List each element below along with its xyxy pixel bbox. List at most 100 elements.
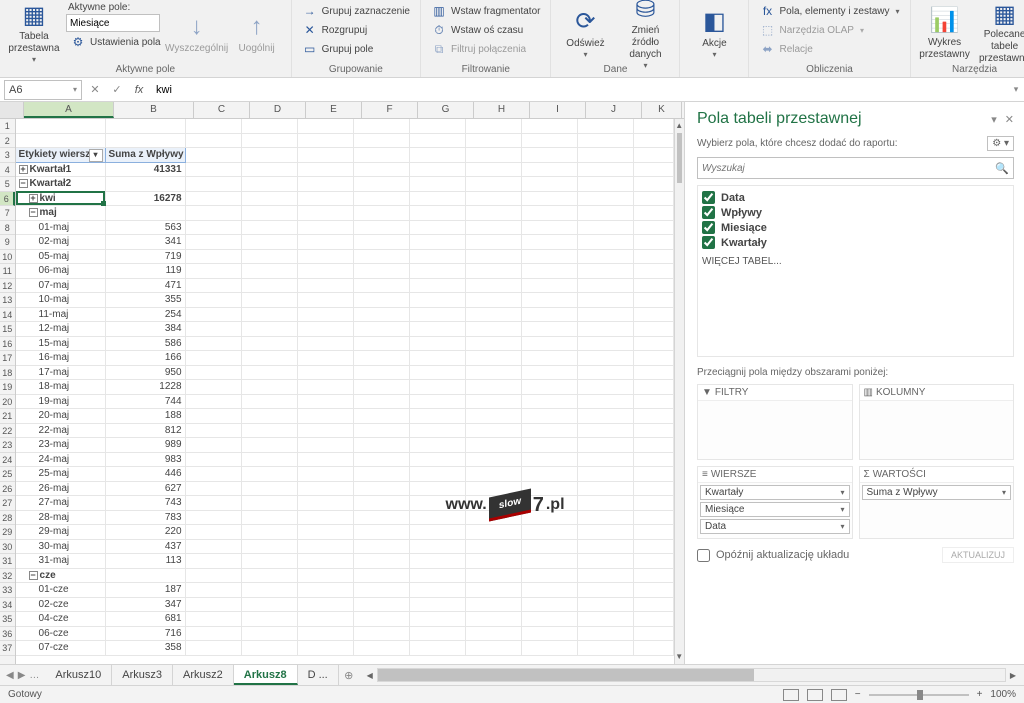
row-header-37[interactable]: 37 xyxy=(0,641,15,656)
cell-F26[interactable] xyxy=(354,482,410,497)
cell-D16[interactable] xyxy=(242,337,298,352)
sheet-tab-Arkusz3[interactable]: Arkusz3 xyxy=(112,665,173,685)
cell-F15[interactable] xyxy=(354,322,410,337)
name-box[interactable]: A6▾ xyxy=(4,80,82,100)
cell-C10[interactable] xyxy=(186,250,242,265)
row-header-14[interactable]: 14 xyxy=(0,308,15,323)
cell-D37[interactable] xyxy=(242,641,298,656)
cell-G19[interactable] xyxy=(410,380,466,395)
cell-F32[interactable] xyxy=(354,569,410,584)
cell-D21[interactable] xyxy=(242,409,298,424)
cell-A15[interactable]: 12-maj xyxy=(16,322,106,337)
cell-K8[interactable] xyxy=(634,221,674,236)
cell-G3[interactable] xyxy=(410,148,466,163)
row-header-19[interactable]: 19 xyxy=(0,380,15,395)
cell-G34[interactable] xyxy=(410,598,466,613)
cell-J5[interactable] xyxy=(578,177,634,192)
cell-J6[interactable] xyxy=(578,192,634,207)
cell-H35[interactable] xyxy=(466,612,522,627)
fields-items-button[interactable]: fxPola, elementy i zestawy xyxy=(755,2,903,20)
row-header-6[interactable]: 6 xyxy=(0,192,15,207)
cell-I15[interactable] xyxy=(522,322,578,337)
cell-J24[interactable] xyxy=(578,453,634,468)
cell-D25[interactable] xyxy=(242,467,298,482)
cell-F18[interactable] xyxy=(354,366,410,381)
rows-pill-data[interactable]: Data xyxy=(700,519,850,534)
sheet-tab-D ...[interactable]: D ... xyxy=(298,665,339,685)
cell-F5[interactable] xyxy=(354,177,410,192)
zoom-out-button[interactable]: − xyxy=(855,689,861,700)
insert-slicer-button[interactable]: ▥Wstaw fragmentator xyxy=(427,2,544,20)
cell-I19[interactable] xyxy=(522,380,578,395)
row-header-29[interactable]: 29 xyxy=(0,525,15,540)
cell-E35[interactable] xyxy=(298,612,354,627)
rows-pill-miesiące[interactable]: Miesiące xyxy=(700,502,850,517)
cell-H25[interactable] xyxy=(466,467,522,482)
cell-H20[interactable] xyxy=(466,395,522,410)
cell-F10[interactable] xyxy=(354,250,410,265)
cell-I18[interactable] xyxy=(522,366,578,381)
change-source-button[interactable]: ⛁Zmień źródło danych▾ xyxy=(617,2,673,64)
cell-I16[interactable] xyxy=(522,337,578,352)
cell-F20[interactable] xyxy=(354,395,410,410)
cell-H37[interactable] xyxy=(466,641,522,656)
cell-H36[interactable] xyxy=(466,627,522,642)
cell-F37[interactable] xyxy=(354,641,410,656)
cell-K14[interactable] xyxy=(634,308,674,323)
cell-F7[interactable] xyxy=(354,206,410,221)
cell-G10[interactable] xyxy=(410,250,466,265)
row-header-7[interactable]: 7 xyxy=(0,206,15,221)
cell-J29[interactable] xyxy=(578,525,634,540)
group-field-button[interactable]: ▭Grupuj pole xyxy=(298,40,414,58)
cell-H31[interactable] xyxy=(466,554,522,569)
cell-K7[interactable] xyxy=(634,206,674,221)
col-header-C[interactable]: C xyxy=(194,102,250,118)
cell-H13[interactable] xyxy=(466,293,522,308)
cell-F34[interactable] xyxy=(354,598,410,613)
cell-C27[interactable] xyxy=(186,496,242,511)
cell-C21[interactable] xyxy=(186,409,242,424)
row-header-22[interactable]: 22 xyxy=(0,424,15,439)
cell-I25[interactable] xyxy=(522,467,578,482)
cell-J19[interactable] xyxy=(578,380,634,395)
cell-C32[interactable] xyxy=(186,569,242,584)
cell-C4[interactable] xyxy=(186,163,242,178)
cell-K26[interactable] xyxy=(634,482,674,497)
cell-H23[interactable] xyxy=(466,438,522,453)
cell-H17[interactable] xyxy=(466,351,522,366)
cell-K34[interactable] xyxy=(634,598,674,613)
cell-B35[interactable]: 681 xyxy=(106,612,186,627)
col-header-G[interactable]: G xyxy=(418,102,474,118)
cell-D15[interactable] xyxy=(242,322,298,337)
cell-J21[interactable] xyxy=(578,409,634,424)
expand-toggle[interactable]: − xyxy=(29,571,38,580)
cell-H18[interactable] xyxy=(466,366,522,381)
cell-J33[interactable] xyxy=(578,583,634,598)
formula-input[interactable] xyxy=(150,80,1008,100)
cell-F1[interactable] xyxy=(354,119,410,134)
cell-F14[interactable] xyxy=(354,308,410,323)
cell-D2[interactable] xyxy=(242,134,298,149)
cell-I29[interactable] xyxy=(522,525,578,540)
cell-F28[interactable] xyxy=(354,511,410,526)
cell-D24[interactable] xyxy=(242,453,298,468)
cell-C18[interactable] xyxy=(186,366,242,381)
cell-F33[interactable] xyxy=(354,583,410,598)
cell-C9[interactable] xyxy=(186,235,242,250)
field-miesiące[interactable]: Miesiące xyxy=(702,220,1009,235)
horizontal-scrollbar[interactable]: ◀ ▶ xyxy=(359,668,1024,682)
col-header-K[interactable]: K xyxy=(642,102,682,118)
cell-J7[interactable] xyxy=(578,206,634,221)
cell-I1[interactable] xyxy=(522,119,578,134)
cell-E23[interactable] xyxy=(298,438,354,453)
vertical-scrollbar[interactable]: ▲ ▼ xyxy=(674,119,684,664)
cell-D18[interactable] xyxy=(242,366,298,381)
cell-E30[interactable] xyxy=(298,540,354,555)
cell-J32[interactable] xyxy=(578,569,634,584)
cell-K2[interactable] xyxy=(634,134,674,149)
cell-J4[interactable] xyxy=(578,163,634,178)
cell-G21[interactable] xyxy=(410,409,466,424)
cell-A5[interactable]: −Kwartał2 xyxy=(16,177,106,192)
cell-K33[interactable] xyxy=(634,583,674,598)
cell-H19[interactable] xyxy=(466,380,522,395)
